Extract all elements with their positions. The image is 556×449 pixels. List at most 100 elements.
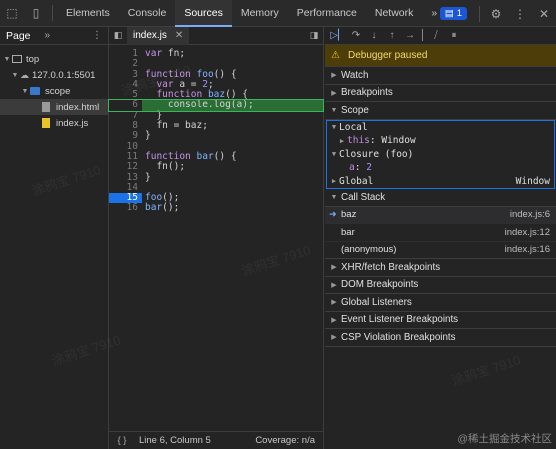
code-area[interactable]: 1 var fn; 2 3 function foo() { 4 var a = 2… bbox=[108, 48, 324, 214]
tab-page[interactable]: Page bbox=[6, 30, 31, 42]
scope-value: Window bbox=[381, 135, 416, 147]
chevron-down-icon: ▼ bbox=[330, 193, 338, 201]
section-label: Global Listeners bbox=[341, 296, 412, 308]
cursor-position: Line 6, Column 5 bbox=[139, 435, 211, 446]
code-text: } bbox=[145, 130, 151, 142]
section-xhr-breakpoints[interactable]: ▶ XHR/fetch Breakpoints bbox=[325, 259, 556, 277]
call-frame[interactable]: bar index.js:12 bbox=[325, 224, 556, 242]
file-navigator: Page » ⋮ ▼ top ▼ ☁ 127.0.0.1:5501 ▼ scop… bbox=[0, 27, 109, 449]
scope-tree: ▼ Local ▶ this: Window ▼ Closure (foo) a… bbox=[326, 119, 555, 189]
code-line: 12 fn(); bbox=[109, 161, 323, 172]
step-over-icon[interactable]: ↷ bbox=[347, 30, 365, 41]
scope-global[interactable]: ▶ Global Window bbox=[327, 175, 554, 189]
close-icon[interactable]: ✕ bbox=[532, 0, 556, 27]
issues-badge[interactable]: ▤ 1 bbox=[439, 7, 467, 20]
scope-local[interactable]: ▼ Local bbox=[327, 121, 554, 135]
section-watch[interactable]: ▶ Watch bbox=[325, 67, 556, 85]
tree-item-origin[interactable]: ▼ ☁ 127.0.0.1:5501 bbox=[0, 67, 108, 83]
section-dom-breakpoints[interactable]: ▶ DOM Breakpoints bbox=[325, 277, 556, 294]
frame-location[interactable]: index.js:6 bbox=[510, 209, 550, 220]
section-label: DOM Breakpoints bbox=[341, 279, 419, 291]
resume-icon[interactable]: ▷▏ bbox=[329, 30, 347, 41]
scope-colon: : bbox=[369, 135, 382, 147]
current-execution-line: 6 console.log(a); bbox=[108, 99, 324, 112]
kebab-menu-icon[interactable]: ⋮ bbox=[508, 0, 532, 27]
scope-key: this bbox=[347, 135, 370, 147]
scope-a[interactable]: a: 2 bbox=[327, 161, 554, 175]
chevron-down-icon: ▼ bbox=[330, 106, 338, 114]
tab-memory[interactable]: Memory bbox=[232, 0, 288, 27]
scope-label: Global bbox=[339, 175, 374, 187]
section-scope[interactable]: ▼ Scope bbox=[325, 102, 556, 120]
scope-closure[interactable]: ▼ Closure (foo) bbox=[327, 148, 554, 162]
tree-item-index-js[interactable]: index.js bbox=[0, 115, 108, 131]
chevron-right-icon: ▶ bbox=[331, 177, 337, 186]
tree-item-scope-folder[interactable]: ▼ scope bbox=[0, 83, 108, 99]
frame-location[interactable]: index.js:16 bbox=[505, 244, 550, 255]
device-toolbar-icon[interactable]: ▯ bbox=[24, 0, 48, 27]
inspect-element-icon[interactable]: ⬚ bbox=[0, 0, 24, 27]
toggle-debugger-icon[interactable]: ◨ bbox=[305, 30, 323, 41]
debugger-toolbar: ▷▏ ↷ ↓ ↑ → │ ⧸ ⏸ bbox=[325, 27, 556, 45]
toggle-navigator-icon[interactable]: ◧ bbox=[109, 30, 127, 41]
section-label: Scope bbox=[341, 104, 369, 116]
code-line: 14 bbox=[109, 182, 323, 193]
tab-console[interactable]: Console bbox=[119, 0, 176, 27]
code-line: 9} bbox=[109, 130, 323, 142]
section-call-stack[interactable]: ▼ Call Stack bbox=[325, 189, 556, 207]
cloud-icon: ☁ bbox=[20, 69, 29, 80]
step-into-icon[interactable]: ↓ bbox=[365, 30, 383, 41]
chevron-right-icon: ▶ bbox=[331, 72, 337, 80]
scope-this[interactable]: ▶ this: Window bbox=[327, 134, 554, 148]
chevron-right-icon: ▶ bbox=[331, 316, 337, 324]
issues-count: 1 bbox=[456, 8, 462, 19]
step-out-icon[interactable]: ↑ bbox=[383, 30, 401, 41]
pretty-print-icon[interactable]: { } bbox=[109, 435, 135, 446]
section-label: Event Listener Breakpoints bbox=[341, 314, 459, 326]
deactivate-breakpoints-icon[interactable]: ⧸ bbox=[427, 30, 445, 41]
chevron-right-icon: ▶ bbox=[331, 334, 337, 342]
section-global-listeners[interactable]: ▶ Global Listeners bbox=[325, 294, 556, 312]
js-file-icon bbox=[42, 118, 50, 128]
code-line: 11 function bar() { bbox=[109, 151, 323, 162]
code-line: 16 bar(); bbox=[109, 202, 323, 214]
kebab-menu-icon[interactable]: ⋮ bbox=[92, 30, 102, 41]
tree-item-top[interactable]: ▼ top bbox=[0, 51, 108, 67]
tab-performance[interactable]: Performance bbox=[288, 0, 366, 27]
line-number[interactable]: 16 bbox=[109, 203, 142, 214]
chevron-down-icon: ▼ bbox=[331, 123, 337, 132]
section-event-listener-breakpoints[interactable]: ▶ Event Listener Breakpoints bbox=[325, 312, 556, 329]
editor-tab-index-js[interactable]: index.js ✕ bbox=[127, 26, 190, 45]
code-text: bar(); bbox=[145, 202, 180, 214]
call-frame[interactable]: ➜ baz index.js:6 bbox=[325, 206, 556, 224]
issues-icon: ▤ bbox=[444, 8, 454, 19]
tree-label: 127.0.0.1:5501 bbox=[32, 69, 96, 81]
tab-network[interactable]: Network bbox=[366, 0, 423, 27]
call-frame[interactable]: (anonymous) index.js:16 bbox=[325, 242, 556, 259]
chevron-down-icon: ▼ bbox=[331, 150, 337, 159]
navigator-more-button[interactable]: » bbox=[45, 30, 51, 41]
tree-item-index-html[interactable]: index.html bbox=[0, 99, 108, 115]
frame-name: baz bbox=[341, 209, 357, 221]
coverage-status: Coverage: n/a bbox=[255, 435, 315, 446]
section-breakpoints[interactable]: ▶ Breakpoints bbox=[325, 85, 556, 102]
section-csp-breakpoints[interactable]: ▶ CSP Violation Breakpoints bbox=[325, 329, 556, 347]
toolbar-divider: │ bbox=[419, 30, 427, 41]
pause-on-exceptions-icon[interactable]: ⏸ bbox=[445, 30, 463, 41]
frame-location[interactable]: index.js:12 bbox=[505, 227, 550, 238]
chevron-right-icon: ▶ bbox=[331, 264, 337, 272]
chevron-right-icon: ▶ bbox=[331, 299, 337, 307]
code-text: console.log(a); bbox=[142, 100, 323, 111]
editor-tabs: ◧ index.js ✕ ◨ bbox=[109, 26, 323, 45]
current-frame-arrow-icon: ➜ bbox=[329, 209, 337, 220]
toolbar-divider bbox=[479, 5, 480, 22]
tab-sources[interactable]: Sources bbox=[175, 0, 232, 27]
code-text: } bbox=[145, 171, 151, 183]
step-icon[interactable]: → bbox=[401, 30, 419, 41]
tree-label: top bbox=[26, 53, 40, 65]
breakpoint-line: 15 foo(); bbox=[109, 192, 323, 204]
close-tab-icon[interactable]: ✕ bbox=[175, 27, 183, 45]
gear-icon[interactable]: ⚙ bbox=[484, 0, 508, 27]
devtools-toolbar: ⬚ ▯ Elements Console Sources Memory Perf… bbox=[0, 0, 556, 27]
tab-elements[interactable]: Elements bbox=[57, 0, 119, 27]
